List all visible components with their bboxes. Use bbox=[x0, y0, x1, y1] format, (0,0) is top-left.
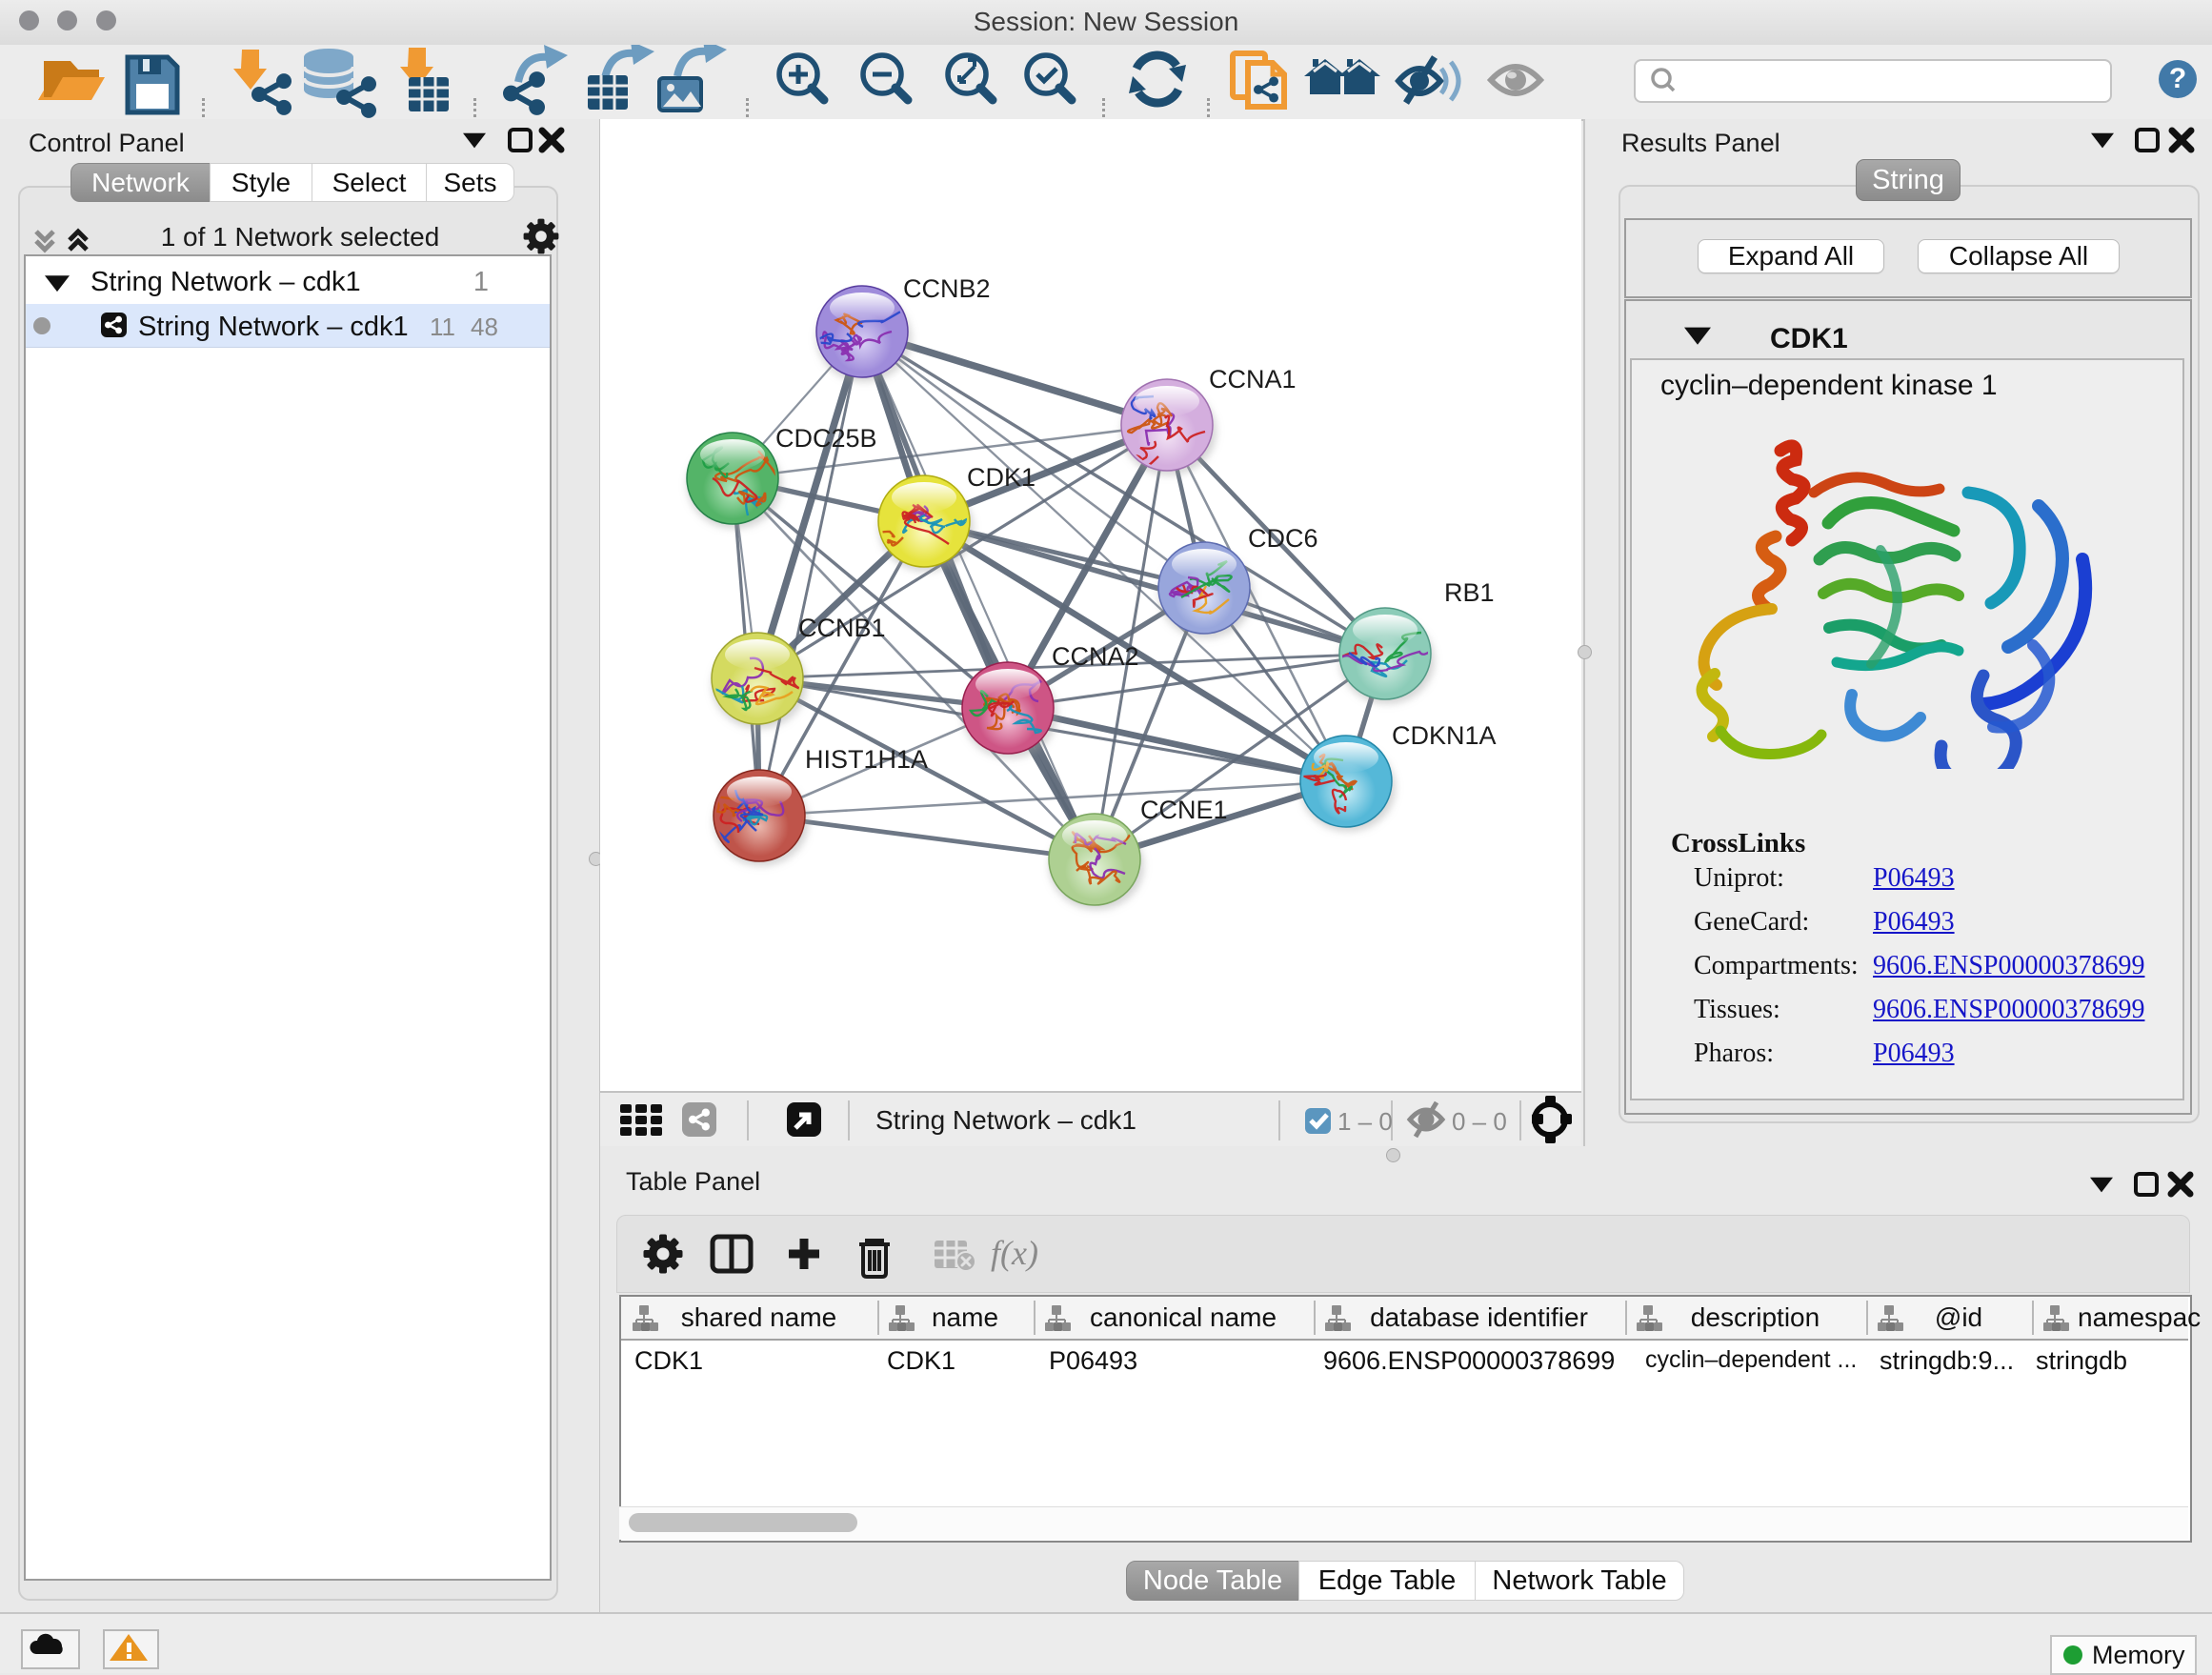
svg-text:CCNA2: CCNA2 bbox=[1052, 642, 1139, 671]
svg-text:CCNB1: CCNB1 bbox=[798, 614, 886, 642]
svg-text:CCNB2: CCNB2 bbox=[903, 274, 991, 303]
svg-text:RB1: RB1 bbox=[1444, 578, 1495, 607]
svg-text:CDC25B: CDC25B bbox=[775, 424, 877, 453]
svg-text:CDK1: CDK1 bbox=[967, 463, 1036, 492]
svg-text:CCNE1: CCNE1 bbox=[1140, 796, 1228, 824]
svg-text:CCNA1: CCNA1 bbox=[1209, 365, 1297, 394]
svg-text:HIST1H1A: HIST1H1A bbox=[805, 745, 928, 774]
svg-text:CDKN1A: CDKN1A bbox=[1392, 721, 1497, 750]
svg-text:CDC6: CDC6 bbox=[1248, 524, 1318, 553]
